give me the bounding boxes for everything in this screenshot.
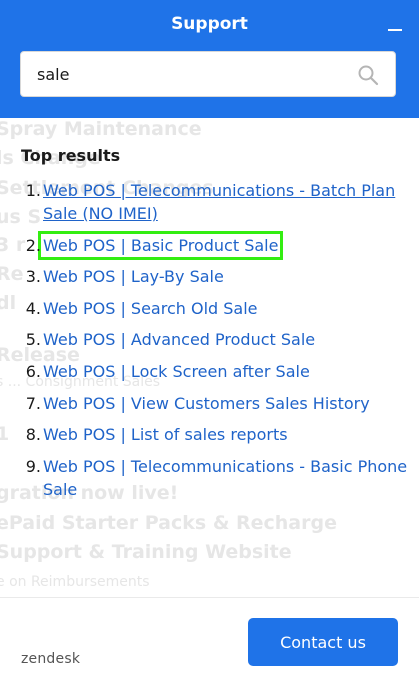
result-item: 7. Web POS | View Customers Sales Histor… — [21, 392, 411, 415]
background-text-line: Re — [0, 263, 24, 285]
support-widget: Spray Maintenance ls Change Settlement C… — [0, 0, 419, 679]
result-list: 1. Web POS | Telecommunications - Batch … — [21, 179, 411, 501]
result-number: 3. — [25, 267, 41, 287]
result-link[interactable]: Web POS | Search Old Sale — [43, 299, 258, 318]
background-text-line: dl — [0, 292, 17, 314]
result-link[interactable]: Web POS | Telecommunications - Basic Pho… — [43, 457, 407, 499]
result-link[interactable]: Web POS | List of sales reports — [43, 425, 288, 444]
result-item: 1. Web POS | Telecommunications - Batch … — [21, 179, 411, 225]
widget-header: Support — [0, 0, 419, 118]
background-text-line: 1 — [0, 423, 10, 445]
search-box — [20, 51, 396, 97]
zendesk-logo: zendesk — [21, 651, 81, 667]
result-item: 6. Web POS | Lock Screen after Sale — [21, 360, 411, 383]
background-text-line: e on Reimbursements — [0, 574, 150, 590]
result-link[interactable]: Web POS | View Customers Sales History — [43, 394, 370, 413]
result-link[interactable]: Web POS | Advanced Product Sale — [43, 330, 315, 349]
result-item: 5. Web POS | Advanced Product Sale — [21, 328, 411, 351]
background-text-line: ePaid Starter Packs & Recharge — [0, 512, 337, 534]
result-link[interactable]: Web POS | Telecommunications - Batch Pla… — [43, 181, 395, 223]
minimize-icon[interactable] — [383, 14, 407, 38]
results-heading: Top results — [21, 146, 121, 165]
result-link-highlighted[interactable]: Web POS | Basic Product Sale — [37, 230, 284, 260]
top-results: Top results 1. Web POS | Telecommunicati… — [21, 146, 411, 509]
result-item: 3. Web POS | Lay-By Sale — [21, 265, 411, 288]
result-number: 4. — [25, 298, 41, 318]
contact-us-button[interactable]: Contact us — [248, 618, 398, 666]
result-number: 8. — [25, 425, 41, 445]
result-number: 6. — [25, 361, 41, 381]
result-item: 8. Web POS | List of sales reports — [21, 423, 411, 446]
result-item: 2. Web POS | Basic Product Sale — [21, 230, 411, 260]
search-input[interactable] — [21, 52, 351, 96]
result-number: 1. — [25, 181, 41, 200]
background-text-line: Spray Maintenance — [0, 118, 202, 140]
result-number: 5. — [25, 330, 41, 350]
result-number: 7. — [25, 393, 41, 413]
search-icon[interactable] — [357, 64, 379, 86]
result-link[interactable]: Web POS | Lay-By Sale — [43, 267, 224, 286]
background-text-line: Support & Training Website — [0, 541, 292, 563]
result-number: 2. — [25, 235, 41, 255]
header-title: Support — [171, 14, 248, 34]
result-link[interactable]: Web POS | Lock Screen after Sale — [43, 362, 310, 381]
result-item: 9. Web POS | Telecommunications - Basic … — [21, 455, 411, 501]
result-number: 9. — [25, 456, 41, 476]
result-item: 4. Web POS | Search Old Sale — [21, 297, 411, 320]
widget-footer: zendesk Contact us — [0, 597, 419, 679]
